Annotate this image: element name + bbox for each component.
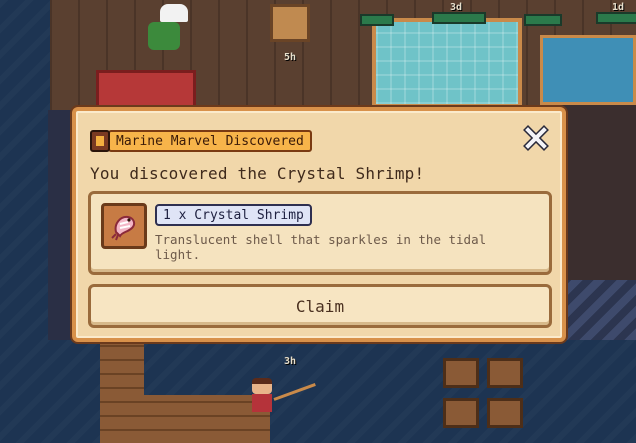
crate[interactable]	[487, 398, 523, 428]
progress-bar	[360, 14, 394, 26]
timer-label: 3d	[450, 2, 463, 13]
close-button[interactable]	[522, 124, 550, 152]
lantern-icon	[90, 130, 110, 152]
claim-button[interactable]: Claim	[88, 284, 552, 328]
item-quantity-badge: 1 x Crystal Shrimp	[155, 204, 312, 226]
item-description: Translucent shell that sparkles in the t…	[155, 232, 487, 262]
close-icon	[523, 125, 549, 151]
progress-bar	[432, 12, 486, 24]
aquarium-tank[interactable]	[540, 35, 636, 105]
crate[interactable]	[443, 398, 479, 428]
reward-item-card: 1 x Crystal Shrimp Translucent shell tha…	[88, 191, 552, 275]
discovery-dialog: Marine Marvel Discovered You discovered …	[72, 107, 566, 342]
player-head	[252, 378, 272, 394]
progress-bar	[596, 12, 636, 24]
chef-hat-icon	[160, 4, 188, 22]
shop-awning	[560, 280, 636, 340]
timer-label: 5h	[284, 52, 297, 63]
chef-npc[interactable]	[148, 22, 180, 50]
dialog-title: Marine Marvel Discovered	[108, 130, 312, 152]
crate[interactable]	[487, 358, 523, 388]
progress-bar	[524, 14, 562, 26]
pier	[100, 340, 144, 443]
kiosk[interactable]	[270, 4, 310, 42]
player-character	[248, 378, 276, 418]
crate[interactable]	[443, 358, 479, 388]
player-body	[252, 394, 272, 412]
market-stall[interactable]	[96, 70, 196, 110]
crystal-shrimp-icon	[101, 203, 147, 249]
timer-label: 3h	[284, 356, 297, 367]
timer-label: 1d	[612, 2, 625, 13]
discovery-headline: You discovered the Crystal Shrimp!	[90, 164, 425, 183]
aquarium-pool[interactable]	[372, 18, 522, 108]
dialog-title-badge: Marine Marvel Discovered	[90, 130, 312, 152]
